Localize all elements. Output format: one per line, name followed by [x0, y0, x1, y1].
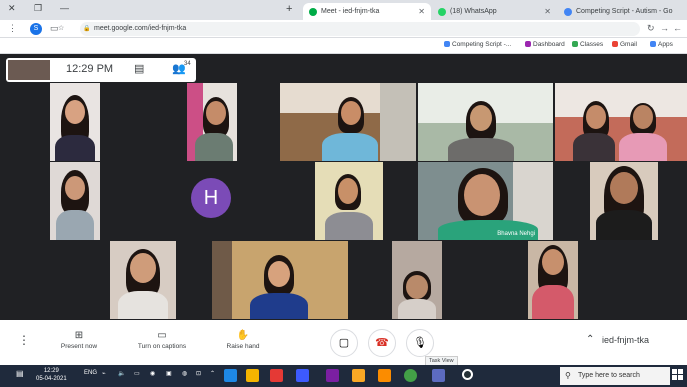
present-screen-icon: ⊞: [74, 330, 84, 341]
taskbar-app-icon[interactable]: [296, 369, 309, 382]
camera-icon: ▢: [338, 337, 350, 349]
raise-hand-button[interactable]: ✋ Raise hand: [218, 330, 268, 350]
taskbar-search-input[interactable]: ⚲ Type here to search: [560, 367, 670, 385]
menu-dots-icon[interactable]: ⋮: [8, 23, 17, 34]
participant-tile[interactable]: [315, 162, 383, 240]
browser-tab-bar: ✕ ❐ — + Meet - ied-fnjm-tka ✕ (18) Whats…: [0, 0, 687, 20]
tray-app-icon[interactable]: ◍: [182, 370, 187, 377]
taskbar-clock[interactable]: 12:29 05-04-2021: [36, 367, 67, 383]
tray-app-icon[interactable]: ◉: [150, 370, 155, 377]
window-close-icon[interactable]: ✕: [8, 3, 16, 14]
bookmark-classes[interactable]: Classes: [572, 41, 603, 48]
phone-hangup-icon: ☎: [375, 337, 389, 349]
notification-icon[interactable]: ▤: [16, 369, 24, 378]
chat-icon[interactable]: ▤: [134, 62, 144, 75]
window-minimize-icon[interactable]: —: [60, 3, 69, 13]
taskbar-app-icon[interactable]: [326, 369, 339, 382]
bookmark-dashboard[interactable]: Dashboard: [525, 41, 565, 48]
taskbar-app-icon[interactable]: [352, 369, 365, 382]
people-count: 34: [184, 61, 191, 67]
captions-icon: ▭: [157, 330, 167, 341]
tray-app-icon[interactable]: ⊡: [196, 370, 201, 377]
present-now-button[interactable]: ⊞ Present now: [54, 330, 104, 350]
cortana-icon[interactable]: [462, 369, 473, 380]
window-maximize-icon[interactable]: ❐: [34, 3, 42, 14]
chevron-up-icon[interactable]: ⌃: [586, 334, 594, 345]
participant-tile[interactable]: [50, 83, 100, 161]
captions-button[interactable]: ▭ Turn on captions: [130, 330, 194, 350]
screen: ✕ ❐ — + Meet - ied-fnjm-tka ✕ (18) Whats…: [0, 0, 687, 387]
volume-icon[interactable]: 🔈: [118, 370, 125, 377]
address-bar-row: ⋮ S ▭ ☆ meet.google.com/ied-fnjm-tka 🔒 ↻…: [0, 20, 687, 38]
task-view-icon[interactable]: [432, 369, 445, 382]
tab-close-icon[interactable]: ✕: [418, 3, 425, 20]
taskbar-app-icon[interactable]: [246, 369, 259, 382]
participant-tile[interactable]: [590, 162, 658, 240]
camera-toggle-button[interactable]: ▢: [330, 329, 358, 357]
participant-tile[interactable]: [418, 83, 553, 161]
taskbar-app-icon[interactable]: [270, 369, 283, 382]
hand-icon: ✋: [236, 330, 250, 341]
windows-taskbar: ▤ 12:29 05-04-2021 ENG ⌁ 🔈 ▭ ◉ ▣ ◍ ⊡ ⌃ ⚲…: [0, 365, 687, 387]
tab-title: Competing Script - Autism - Go: [576, 8, 673, 15]
microphone-toggle-button[interactable]: 🎙: [406, 329, 434, 357]
meeting-code: ied-fnjm-tka: [602, 335, 650, 345]
windows-start-icon[interactable]: [672, 369, 684, 381]
search-icon: ⚲: [565, 371, 571, 380]
meeting-time: 12:29 PM: [66, 63, 114, 75]
url-text: meet.google.com/ied-fnjm-tka: [94, 25, 187, 32]
bookmark-competing-script[interactable]: Competing Script -...: [444, 41, 511, 48]
participant-avatar[interactable]: H: [191, 178, 231, 218]
bookmarks-bar: Competing Script -... Dashboard Classes …: [0, 38, 687, 54]
battery-icon[interactable]: ▭: [134, 370, 140, 377]
participant-tile[interactable]: [528, 241, 578, 319]
profile-avatar[interactable]: S: [30, 23, 42, 35]
self-view-thumbnail[interactable]: [8, 60, 50, 80]
bookmark-apps[interactable]: Apps: [650, 41, 673, 48]
participant-tile[interactable]: [212, 241, 348, 319]
network-icon[interactable]: ⌁: [102, 370, 106, 377]
participant-tile[interactable]: [110, 241, 176, 319]
microphone-icon: 🎙: [413, 337, 427, 349]
tray-app-icon[interactable]: ▣: [166, 370, 172, 377]
participant-tile[interactable]: [555, 83, 687, 161]
reload-icon[interactable]: ↻: [647, 23, 655, 34]
back-icon[interactable]: ←: [673, 23, 682, 33]
participant-name-label: Bhavna Nehgi: [497, 231, 535, 237]
participant-tile[interactable]: Bhavna Nehgi: [418, 162, 553, 240]
tab-title: Meet - ied-fnjm-tka: [321, 8, 380, 15]
tab-close-icon[interactable]: ✕: [544, 3, 551, 20]
tab-competing-script[interactable]: Competing Script - Autism - Go: [558, 3, 687, 20]
tab-title: (18) WhatsApp: [450, 8, 497, 15]
participant-tile[interactable]: [187, 83, 237, 161]
star-icon[interactable]: ☆: [58, 22, 64, 36]
more-options-icon[interactable]: ⋮: [18, 333, 30, 347]
url-input[interactable]: ☆ meet.google.com/ied-fnjm-tka 🔒: [58, 22, 640, 36]
chrome-icon[interactable]: [404, 369, 417, 382]
leave-call-button[interactable]: ☎: [368, 329, 396, 357]
docs-favicon-icon: [564, 8, 572, 16]
taskbar-app-icon[interactable]: [224, 369, 237, 382]
forward-icon[interactable]: →: [660, 23, 669, 33]
participant-tile[interactable]: [280, 83, 416, 161]
meet-stage: 12:29 PM ▤ 👥 34 Bhavna Nehgi H: [0, 54, 687, 365]
tab-meet[interactable]: Meet - ied-fnjm-tka ✕: [303, 3, 431, 20]
meeting-info-bar: 12:29 PM ▤ 👥 34: [6, 58, 196, 82]
participant-tile[interactable]: [392, 241, 442, 319]
whatsapp-favicon-icon: [438, 8, 446, 16]
language-indicator[interactable]: ENG: [84, 370, 97, 376]
bookmark-gmail[interactable]: Gmail: [612, 41, 637, 48]
tab-whatsapp[interactable]: (18) WhatsApp ✕: [432, 3, 557, 20]
taskbar-app-icon[interactable]: [378, 369, 391, 382]
participant-tile[interactable]: [50, 162, 100, 240]
meet-favicon-icon: [309, 8, 317, 16]
lock-icon: 🔒: [83, 26, 91, 32]
new-tab-icon[interactable]: +: [286, 3, 292, 15]
show-hidden-icon[interactable]: ⌃: [210, 370, 215, 377]
meet-controls-bar: ⋮ ⊞ Present now ▭ Turn on captions ✋ Rai…: [0, 320, 687, 365]
